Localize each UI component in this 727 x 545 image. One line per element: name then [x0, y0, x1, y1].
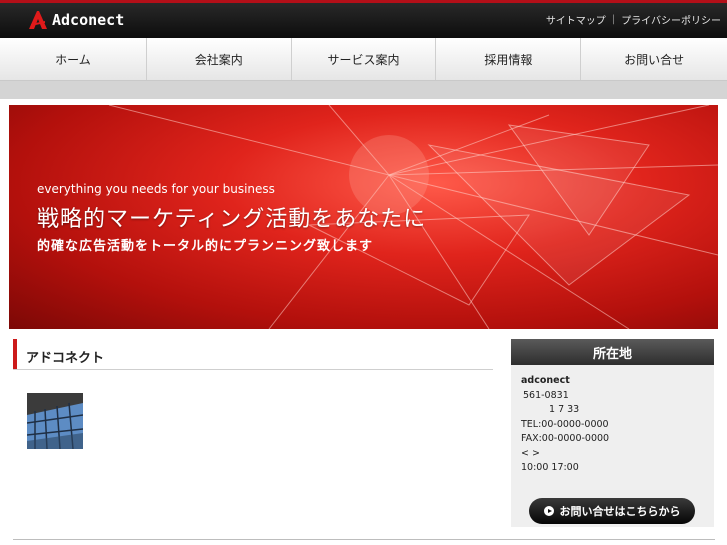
section-accent-bar: [13, 339, 17, 369]
main-nav: ホーム 会社案内 サービス案内 採用情報 お問い合せ: [0, 38, 727, 81]
section-title: アドコネクト: [26, 351, 105, 366]
nav-company[interactable]: 会社案内: [147, 38, 292, 80]
section-header: アドコネクト: [13, 339, 493, 370]
nav-recruit[interactable]: 採用情報: [436, 38, 582, 80]
sitemap-link[interactable]: サイトマップ: [546, 12, 606, 27]
logo[interactable]: Adconect: [28, 8, 124, 32]
tel-number: TEL:00-0000-0000: [521, 418, 609, 430]
sidebar-title: 所在地: [511, 339, 714, 365]
hero-subtitle: everything you needs for your business: [37, 182, 275, 196]
hero-lead: 的確な広告活動をトータル的にプランニング致します: [37, 239, 374, 254]
contact-button-label: お問い合せはこちらから: [559, 505, 681, 518]
building-image: [27, 393, 83, 449]
hero-banner: everything you needs for your business 戦…: [9, 105, 718, 329]
nav-home[interactable]: ホーム: [0, 38, 147, 80]
nav-services[interactable]: サービス案内: [292, 38, 437, 80]
nav-underband: [0, 81, 727, 99]
location-sidebar: 所在地 adconect 561-0831 1 7 33 TEL:00-0000…: [511, 339, 714, 527]
utility-links: サイトマップ | プライバシーポリシー: [546, 12, 721, 27]
hero-title: 戦略的マーケティング活動をあなたに: [37, 207, 427, 232]
top-bar: Adconect サイトマップ | プライバシーポリシー: [0, 0, 727, 38]
logo-text: Adconect: [52, 11, 125, 29]
privacy-policy-link[interactable]: プライバシーポリシー: [621, 12, 721, 27]
logo-a-icon: [29, 11, 47, 29]
address-block: adconect 561-0831 1 7 33 TEL:00-0000-000…: [521, 374, 609, 476]
contact-button[interactable]: お問い合せはこちらから: [529, 498, 695, 524]
street-address: 1 7 33: [549, 404, 580, 415]
business-hours: 10:00 17:00: [521, 462, 579, 473]
postal-code: 561-0831: [523, 389, 569, 401]
link-separator: |: [611, 14, 616, 25]
fax-number: FAX:00-0000-0000: [521, 433, 610, 444]
business-days: < >: [521, 447, 540, 459]
company-name: adconect: [521, 375, 570, 386]
footer-divider: [13, 539, 715, 540]
play-arrow-icon: [543, 506, 554, 516]
building-thumbnail[interactable]: [27, 393, 83, 449]
nav-contact[interactable]: お問い合せ: [581, 38, 727, 80]
